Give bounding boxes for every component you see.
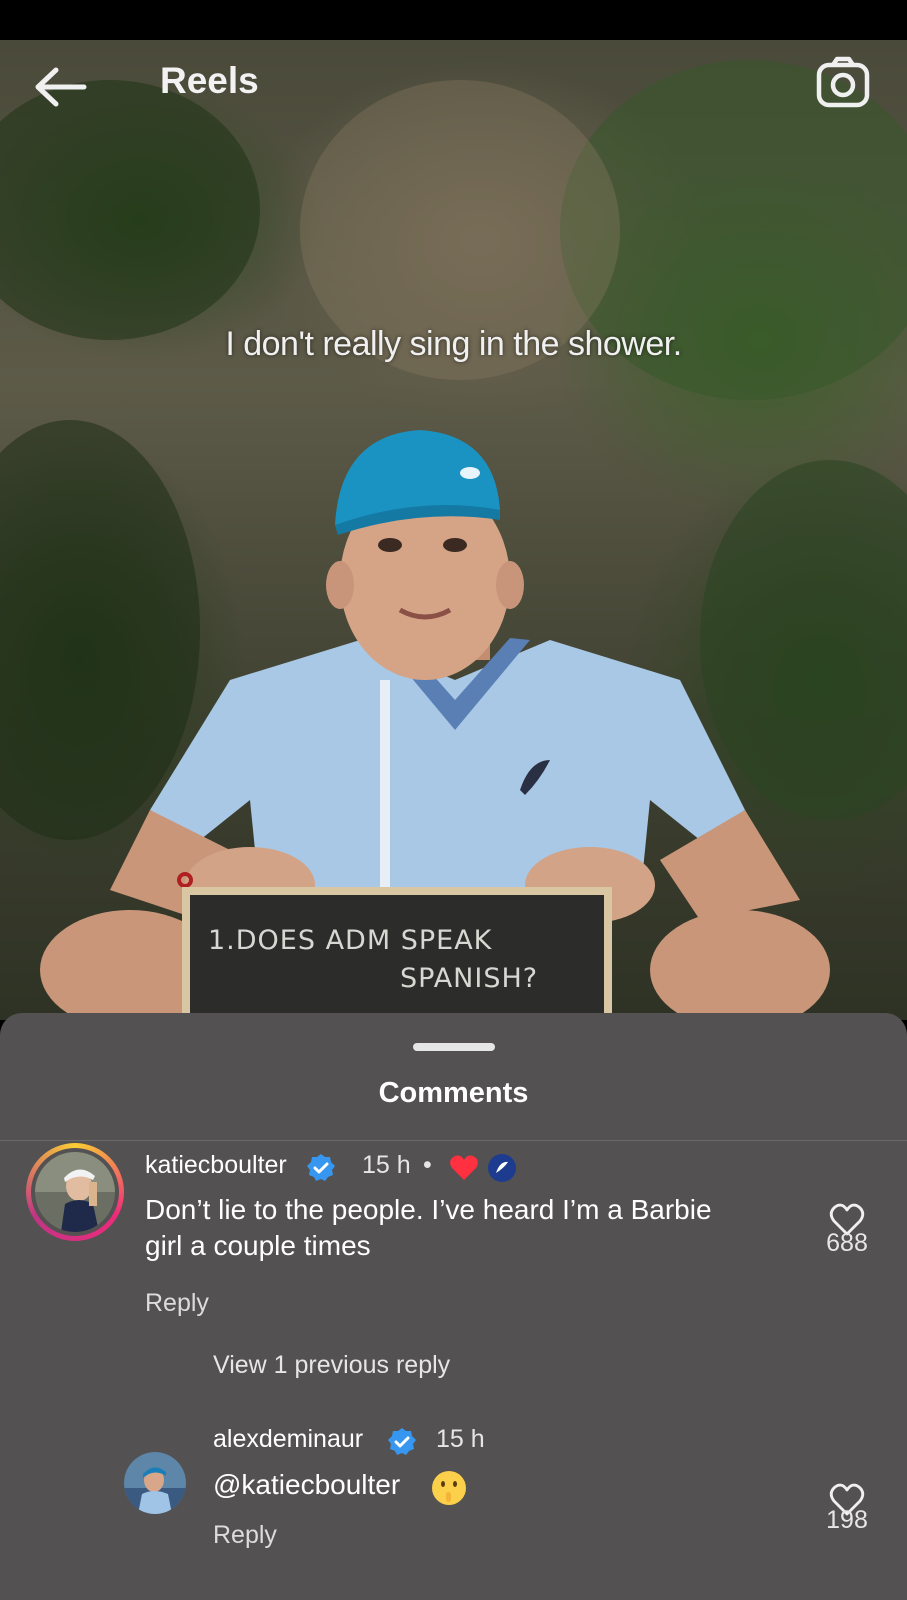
comment-text-line: Don’t lie to the people. I’ve heard I’m … <box>145 1194 712 1225</box>
profile-photo <box>35 1152 115 1232</box>
creator-liked-heart-icon <box>450 1155 478 1180</box>
comment-text-line: girl a couple times <box>145 1230 371 1261</box>
person-illustration <box>40 430 830 1020</box>
camera-icon <box>816 56 870 108</box>
reply-button[interactable]: Reply <box>145 1289 209 1318</box>
video-caption: I don't really sing in the shower. <box>225 325 682 363</box>
verified-badge-icon <box>307 1154 335 1181</box>
shushing-face-emoji-icon <box>432 1471 466 1505</box>
reply-time: 15 h <box>436 1425 485 1453</box>
avatar[interactable] <box>124 1452 186 1514</box>
arrow-left-icon <box>35 67 87 107</box>
back-button[interactable] <box>30 62 90 112</box>
reply-username[interactable]: alexdeminaur <box>213 1425 363 1454</box>
like-count: 198 <box>826 1506 868 1534</box>
creator-avatar-icon <box>488 1154 516 1182</box>
reel-video[interactable]: I don't really sing in the shower. 1.DOE… <box>0 40 907 1020</box>
reply-text: @katiecboulter <box>213 1467 400 1503</box>
drag-handle[interactable] <box>413 1043 495 1051</box>
comment-text: Don’t lie to the people. I’ve heard I’m … <box>145 1192 712 1264</box>
top-bar: Reels <box>0 40 907 132</box>
status-bar <box>0 0 907 40</box>
like-count: 688 <box>826 1229 868 1257</box>
chalkboard-text: 1.DOES ADM SPEAK <box>208 925 493 956</box>
comments-sheet: Comments katiecboulter 15 h • Don’t lie … <box>0 1013 907 1600</box>
chalkboard: 1.DOES ADM SPEAK SPANISH? <box>182 887 612 1020</box>
chalkboard-text: SPANISH? <box>400 963 539 994</box>
avatar[interactable] <box>26 1143 124 1241</box>
page-title: Reels <box>160 60 259 101</box>
mention-link[interactable]: @katiecboulter <box>213 1469 400 1500</box>
profile-photo <box>124 1452 186 1514</box>
comments-title: Comments <box>378 1077 529 1109</box>
comment-time: 15 h <box>362 1151 411 1179</box>
separator-dot: • <box>423 1151 432 1179</box>
camera-button[interactable] <box>815 55 871 111</box>
comment-username[interactable]: katiecboulter <box>145 1151 287 1180</box>
view-replies-button[interactable]: View 1 previous reply <box>213 1351 450 1380</box>
verified-badge-icon <box>388 1428 416 1455</box>
divider <box>0 1140 907 1141</box>
reply-button[interactable]: Reply <box>213 1521 277 1550</box>
